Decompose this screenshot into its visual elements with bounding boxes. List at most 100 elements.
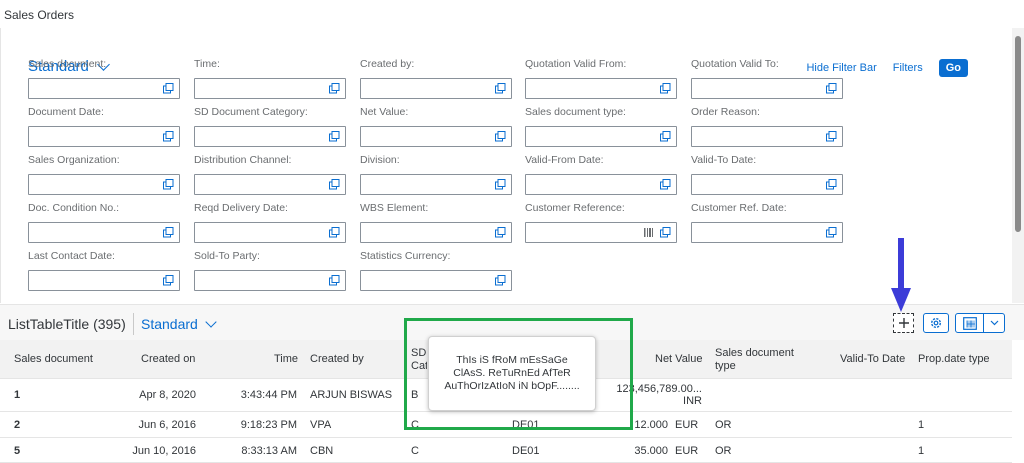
value-help-icon[interactable] [163, 179, 174, 190]
sold-to-party-input[interactable] [194, 270, 346, 291]
value-help-icon[interactable] [826, 83, 837, 94]
filters-button[interactable]: Filters [893, 62, 923, 74]
value-help-icon[interactable] [495, 83, 506, 94]
value-help-icon[interactable] [660, 131, 671, 142]
cell-currency: INR [683, 395, 702, 407]
settings-button[interactable] [923, 313, 949, 333]
cell-time: 8:33:13 AM [241, 445, 297, 457]
value-help-icon[interactable] [660, 227, 671, 238]
value-help-icon[interactable] [163, 227, 174, 238]
time-input[interactable] [194, 78, 346, 99]
table-variant-selector[interactable]: Standard [141, 315, 217, 332]
sd-document-category-input[interactable] [194, 126, 346, 147]
value-help-icon[interactable] [826, 227, 837, 238]
statistics-currency-input[interactable] [360, 270, 512, 291]
value-help-icon[interactable] [495, 227, 506, 238]
value-help-icon[interactable] [495, 275, 506, 286]
filter-label: WBS Element: [360, 202, 429, 214]
app-header: Sales Orders [0, 0, 1024, 28]
col-header-net-value[interactable]: Net Value [655, 353, 703, 365]
filter-label: Created by: [360, 58, 415, 70]
filter-valid-to-date: Valid-To Date: [691, 154, 843, 195]
col-header-time[interactable]: Time [274, 353, 298, 365]
filter-bar: Standard Hide Filter Bar Filters Go Sale… [0, 28, 1012, 303]
filter-label: SD Document Category: [194, 106, 308, 118]
add-button[interactable] [893, 313, 914, 333]
value-help-icon[interactable] [660, 83, 671, 94]
filter-order-reason: Order Reason: [691, 106, 843, 147]
filter-label: Sales document type: [525, 106, 626, 118]
filter-label: Customer Ref. Date: [691, 202, 787, 214]
filter-label: Net Value: [360, 106, 409, 118]
export-button[interactable] [955, 313, 1005, 333]
wbs-element-input[interactable] [360, 222, 512, 243]
cell-created-on: Apr 8, 2020 [139, 389, 196, 401]
created-by-input[interactable] [360, 78, 512, 99]
customer-reference-input[interactable] [525, 222, 677, 243]
sales-organization-input[interactable] [28, 174, 180, 195]
barcode-scan-icon[interactable] [644, 227, 654, 238]
division-input[interactable] [360, 174, 512, 195]
value-help-icon[interactable] [163, 83, 174, 94]
value-help-icon[interactable] [329, 131, 340, 142]
value-help-icon[interactable] [329, 275, 340, 286]
sales-document-input[interactable] [28, 78, 180, 99]
export-main[interactable] [956, 314, 985, 332]
valid-from-date-input[interactable] [525, 174, 677, 195]
col-header-created-by[interactable]: Created by [310, 353, 364, 365]
customer-ref-date-input[interactable] [691, 222, 843, 243]
filter-label: Sales document: [28, 58, 107, 70]
doc-condition-no-input[interactable] [28, 222, 180, 243]
col-header-created-on[interactable]: Created on [141, 353, 195, 365]
cell-created-by: ARJUN BISWAS [310, 389, 393, 401]
col-header-valid-to-date[interactable]: Valid-To Date [840, 353, 905, 365]
col-header-sales-document-type[interactable]: Sales document type [715, 347, 815, 373]
filter-document-date: Document Date: [28, 106, 180, 147]
filter-net-value: Net Value: [360, 106, 512, 147]
distribution-channel-input[interactable] [194, 174, 346, 195]
gear-icon [930, 317, 942, 329]
order-reason-input[interactable] [691, 126, 843, 147]
value-help-icon[interactable] [660, 179, 671, 190]
filter-label: Valid-From Date: [525, 154, 604, 166]
filter-label: Quotation Valid To: [691, 58, 779, 70]
table-title: ListTableTitle (395) [8, 316, 126, 332]
vertical-scrollbar[interactable] [1012, 28, 1024, 303]
cell-sales-document: 5 [14, 445, 21, 457]
cell-time: 3:43:44 PM [240, 389, 297, 401]
quotation-valid-to-input[interactable] [691, 78, 843, 99]
value-help-icon[interactable] [163, 131, 174, 142]
net-value-input[interactable] [360, 126, 512, 147]
cell-currency: EUR [675, 419, 699, 431]
value-help-icon[interactable] [495, 131, 506, 142]
export-menu-toggle[interactable] [984, 314, 1004, 332]
value-help-icon[interactable] [329, 227, 340, 238]
last-contact-date-input[interactable] [28, 270, 180, 291]
spreadsheet-icon [962, 316, 977, 330]
value-help-icon[interactable] [329, 83, 340, 94]
message-popover: ThIs iS fRoM mEsSaGe ClAsS. ReTuRnEd AfT… [428, 336, 596, 411]
quotation-valid-from-input[interactable] [525, 78, 677, 99]
filter-distribution-channel: Distribution Channel: [194, 154, 346, 195]
filter-label: Doc. Condition No.: [28, 202, 120, 214]
value-help-icon[interactable] [329, 179, 340, 190]
sales-document-type-input[interactable] [525, 126, 677, 147]
document-date-input[interactable] [28, 126, 180, 147]
filter-label: Sold-To Party: [194, 250, 260, 262]
reqd-delivery-date-input[interactable] [194, 222, 346, 243]
value-help-icon[interactable] [826, 131, 837, 142]
filter-sold-to-party: Sold-To Party: [194, 250, 346, 291]
table-row[interactable]: 5 Jun 10, 2016 8:33:13 AM CBN C DE01 35.… [0, 438, 1012, 463]
valid-to-date-input[interactable] [691, 174, 843, 195]
filter-label: Order Reason: [691, 106, 760, 118]
cell-sales-document: 2 [14, 419, 21, 431]
col-header-prop-date-type[interactable]: Prop.date type [918, 353, 990, 365]
cell-currency: EUR [675, 445, 699, 457]
value-help-icon[interactable] [495, 179, 506, 190]
value-help-icon[interactable] [163, 275, 174, 286]
col-header-sales-document[interactable]: Sales document [14, 353, 93, 365]
go-button[interactable]: Go [938, 59, 968, 77]
scroll-thumb[interactable] [1015, 36, 1021, 232]
filter-customer-ref-date: Customer Ref. Date: [691, 202, 843, 243]
value-help-icon[interactable] [826, 179, 837, 190]
